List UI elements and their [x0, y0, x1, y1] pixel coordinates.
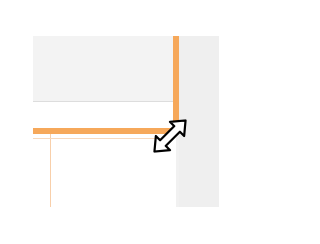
resize-view [0, 0, 252, 244]
diagonal-resize-cursor-icon [153, 119, 187, 153]
corner-resize-handle[interactable] [146, 112, 194, 160]
alignment-guide-vertical [50, 134, 51, 207]
